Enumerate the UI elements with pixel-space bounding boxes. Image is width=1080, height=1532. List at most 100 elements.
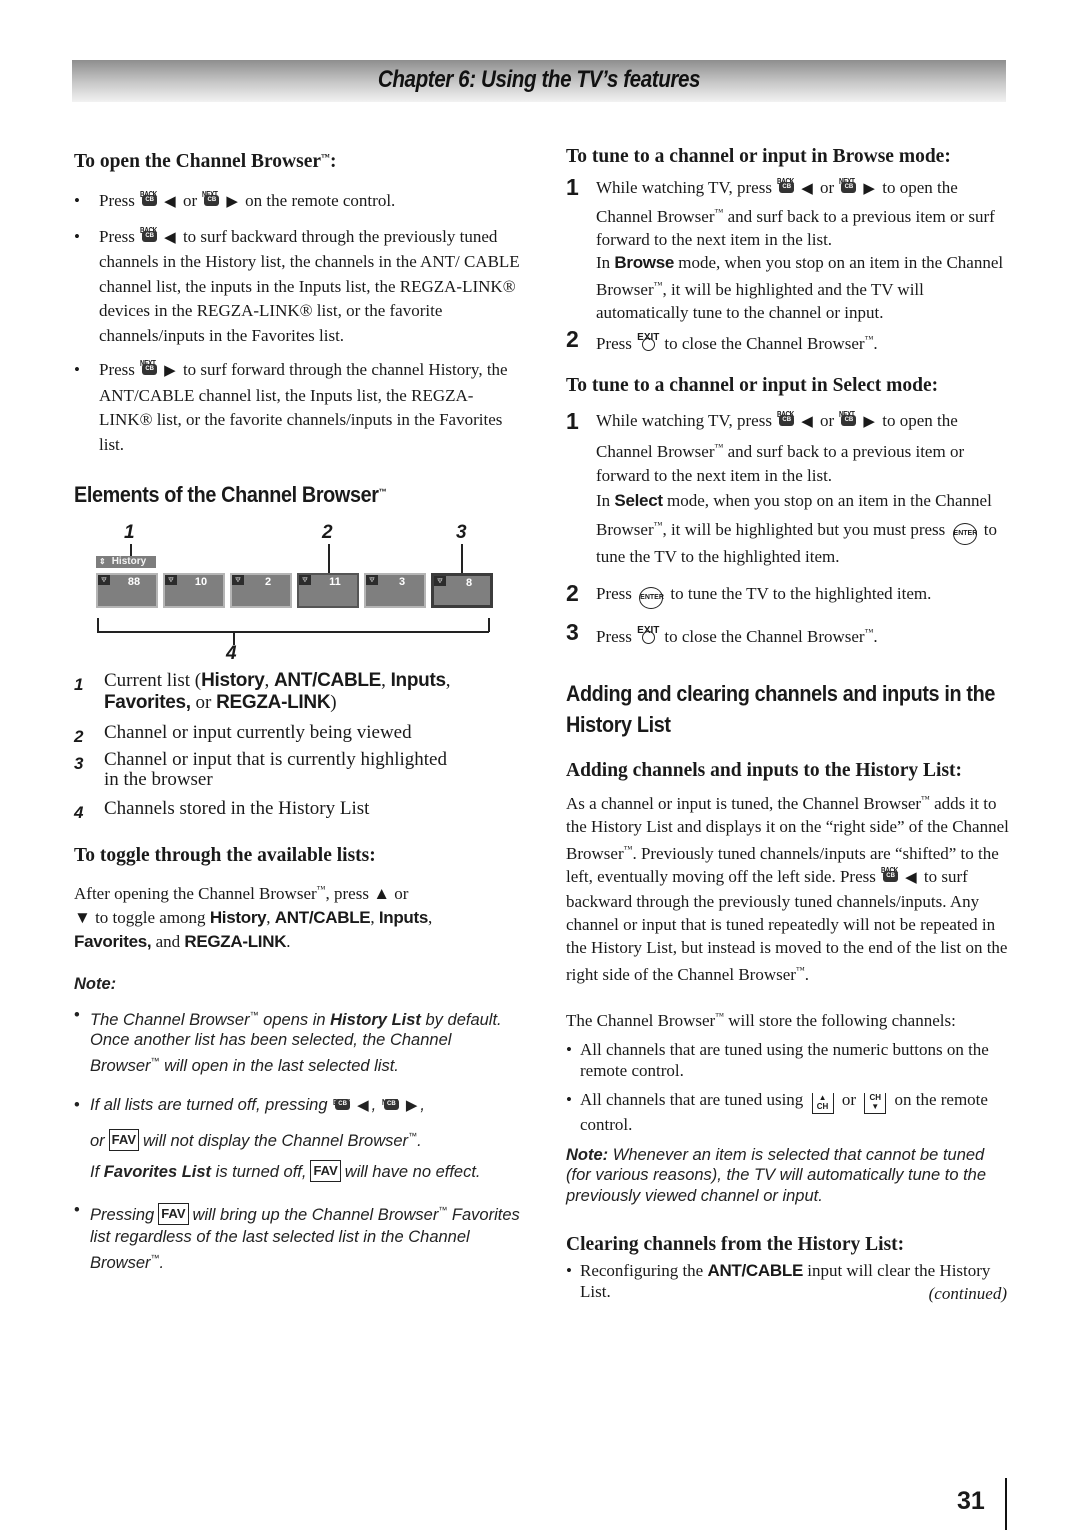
step-number: 1: [566, 174, 579, 200]
enter-button-icon: ENTER: [952, 523, 977, 545]
adding-text: As a channel or input is tuned, the Chan…: [566, 788, 1011, 986]
callout-2: 2: [322, 522, 333, 543]
next-cb-button-icon: NEXTCB: [839, 177, 858, 194]
left-arrow-icon: ◀: [164, 229, 176, 246]
browse-step-1: 1 While watching TV, press BACKCB ◀ or NE…: [566, 176, 1011, 324]
text: ,: [420, 1096, 425, 1114]
right-arrow-icon: ▶: [863, 181, 875, 197]
tm-mark: ™: [150, 1253, 160, 1263]
right-column: To tune to a channel or input in Browse …: [566, 140, 1011, 1304]
bold-term: Inputs: [390, 670, 447, 691]
channel-number: 11: [329, 576, 341, 588]
down-arrow: ▼: [871, 1101, 880, 1111]
next-cb-button-icon: NEXTCB: [140, 359, 159, 376]
callout-3-line: [461, 544, 463, 574]
channel-number: 8: [465, 577, 473, 589]
text: , press: [325, 884, 369, 903]
channel-tile: Ψ3: [364, 573, 426, 608]
bold-term: Favorites List: [103, 1163, 212, 1181]
text: to surf backward through the previously …: [99, 226, 520, 345]
text: or: [820, 411, 835, 430]
fav-button-icon: FAV: [310, 1160, 341, 1182]
text: , it will be highlighted but you must pr…: [662, 520, 946, 539]
text: to toggle among: [95, 908, 206, 927]
text: ,: [370, 908, 379, 927]
cb-label: CB: [841, 415, 857, 426]
text: or: [841, 1089, 856, 1109]
tm-mark: ™: [715, 1010, 725, 1021]
exit-button-icon: EXIT: [637, 332, 659, 351]
text: to close the Channel Browser: [664, 626, 865, 646]
channel-number: 2: [264, 576, 272, 588]
legend-number: 2: [74, 727, 84, 746]
exit-button-icon: EXIT: [637, 625, 659, 644]
text: As a channel or input is tuned, the Chan…: [566, 793, 922, 813]
text: ,: [371, 1096, 377, 1114]
cb-label: CB: [142, 230, 158, 242]
fav-button-icon: FAV: [158, 1203, 189, 1225]
channel-down-button-icon: CH ▼: [864, 1092, 887, 1114]
back-cb-button-icon: BACKCB: [881, 866, 900, 883]
back-cb-button-icon: BACKCB: [333, 1097, 352, 1111]
antenna-icon: Ψ: [98, 575, 110, 585]
text: In: [596, 490, 615, 510]
text: is turned off,: [211, 1163, 307, 1181]
clearing-heading: Clearing channels from the History List:: [566, 1234, 905, 1255]
channel-tile: Ψ 11: [297, 573, 359, 608]
tm-mark: ™: [408, 1131, 418, 1141]
elements-heading: Elements of the Channel Browser™: [74, 477, 479, 510]
step-number: 1: [566, 408, 579, 434]
chapter-title: Chapter 6: Using the TV’s features: [377, 66, 701, 93]
tm-mark: ™: [150, 1055, 160, 1066]
tm-mark: ™: [249, 1009, 259, 1020]
back-cb-button-icon: BACKCB: [777, 410, 796, 427]
ch-label: CH: [816, 1101, 829, 1111]
store-text: The Channel Browser™ will store the foll…: [566, 1006, 1011, 1031]
select-step-1: 1 While watching TV, press BACKCB ◀ or NE…: [566, 409, 1011, 570]
right-arrow-icon: ▶: [164, 363, 176, 379]
bullet: •: [566, 1261, 572, 1280]
list-item: • Reconfiguring the ANT/CABLE input will…: [566, 1260, 1011, 1302]
legend-item: 4 Channels stored in the History List: [74, 798, 524, 822]
text: Channels stored in the History List: [104, 798, 370, 819]
text: All channels that are tuned using the nu…: [580, 1039, 989, 1080]
left-arrow-icon: ◀: [357, 1097, 369, 1114]
text: ,: [264, 670, 274, 691]
text: .: [873, 626, 878, 646]
bold-term: Favorites,: [104, 692, 191, 713]
tm-mark: ™: [316, 884, 326, 894]
bullet: •: [566, 1089, 572, 1109]
toggle-lists-text: After opening the Channel Browser™, pres…: [74, 877, 524, 954]
text: Channel or input currently being viewed: [104, 722, 412, 743]
text: The Channel Browser: [566, 1010, 716, 1030]
bold-term: Browse: [614, 253, 675, 272]
cb-label: CB: [779, 182, 795, 193]
bullet: •: [74, 1201, 80, 1219]
bullet: •: [74, 1005, 80, 1024]
history-note: Note: Whenever an item is selected that …: [566, 1145, 1011, 1207]
next-cb-button-icon: NEXTCB: [839, 410, 858, 427]
right-arrow-icon: ▶: [863, 414, 875, 430]
text: The Channel Browser: [90, 1010, 250, 1029]
callout-3: 3: [456, 522, 467, 543]
channel-browser-diagram: 1 2 3 ⇕ History Ψ 88 Ψ 10 Ψ 2 Ψ 11 Ψ 3 Ψ 8 4: [74, 522, 494, 664]
left-arrow-icon: ◀: [164, 194, 176, 210]
legend-number: 4: [74, 803, 84, 822]
channel-tile: Ψ 10: [163, 573, 225, 608]
tm-mark: ™: [378, 487, 387, 497]
text: to tune the TV to the highlighted item.: [670, 583, 932, 603]
back-cb-button-icon: BACKCB: [140, 226, 159, 243]
list-item: • Press BACKCB ◀ or NEXTCB ▶ on the remote…: [74, 189, 524, 215]
text: will store the following channels:: [724, 1010, 956, 1030]
text: will bring up the Channel Browser: [192, 1206, 439, 1224]
text: or: [190, 692, 217, 713]
select-mode-heading: To tune to a channel or input in Select …: [566, 375, 939, 396]
list-item: • All channels that are tuned using the …: [566, 1039, 1011, 1081]
antenna-icon: Ψ: [232, 575, 244, 585]
text: If all lists are turned off, pressing: [90, 1096, 328, 1114]
text: or: [394, 884, 409, 903]
text: If: [90, 1163, 104, 1181]
cb-label: CB: [142, 195, 158, 206]
note-item: • The Channel Browser™ opens in History …: [74, 1005, 524, 1077]
text: While watching TV, press: [596, 178, 772, 197]
